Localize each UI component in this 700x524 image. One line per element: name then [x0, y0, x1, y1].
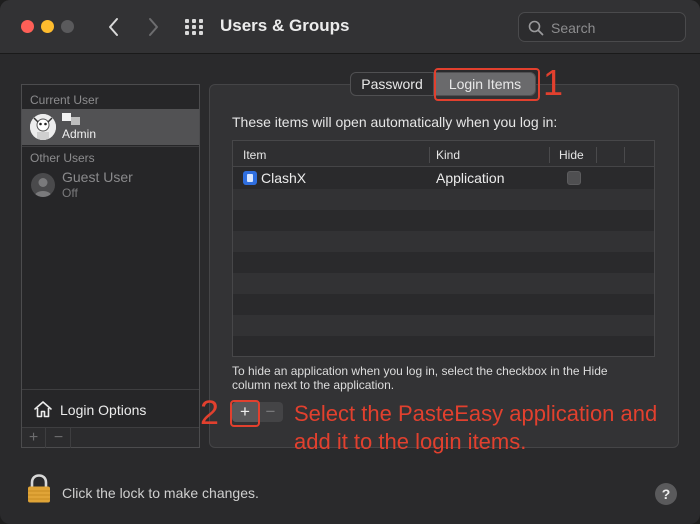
- remove-login-item-button[interactable]: −: [258, 402, 283, 422]
- empty-table-row: [233, 294, 654, 315]
- row-item-kind: Application: [436, 170, 505, 186]
- empty-table-row: [233, 273, 654, 294]
- sidebar-divider: [22, 146, 199, 147]
- search-icon: [528, 20, 544, 36]
- guest-user-name: Guest User: [62, 169, 133, 185]
- login-items-intro: These items will open automatically when…: [232, 114, 558, 130]
- title-bar: Users & Groups: [0, 0, 700, 54]
- sidebar-toolbar: + −: [22, 427, 199, 448]
- column-header-item[interactable]: Item: [243, 148, 266, 162]
- column-header-kind[interactable]: Kind: [436, 148, 460, 162]
- annotation-step-1: 1: [543, 62, 564, 103]
- hide-checkbox[interactable]: [567, 171, 581, 185]
- user-avatar: [30, 114, 56, 140]
- column-separator: [429, 147, 430, 163]
- close-window-button[interactable]: [21, 20, 34, 33]
- current-user-header: Current User: [30, 93, 99, 107]
- sidebar-item-login-options[interactable]: Login Options: [22, 389, 199, 427]
- window-title: Users & Groups: [220, 16, 350, 35]
- hide-hint-text: To hide an application when you log in, …: [232, 364, 608, 392]
- login-items-table: Item Kind Hide ClashX Application: [232, 140, 655, 357]
- table-header: Item Kind Hide: [233, 141, 654, 167]
- search-input[interactable]: [551, 18, 679, 37]
- column-separator: [624, 147, 625, 163]
- sidebar-item-guest-user[interactable]: Guest User Off: [22, 167, 199, 201]
- empty-table-row: [233, 336, 654, 356]
- user-name-redacted-2: [71, 117, 80, 125]
- annotation-step-2: 2: [200, 394, 219, 432]
- annotation-instruction: Select the PasteEasy application and add…: [294, 401, 658, 454]
- other-users-header: Other Users: [30, 151, 95, 165]
- lock-status-text: Click the lock to make changes.: [62, 485, 259, 501]
- remove-user-button[interactable]: −: [47, 428, 71, 448]
- column-separator: [549, 147, 550, 163]
- guest-user-status: Off: [62, 186, 78, 200]
- column-separator: [596, 147, 597, 163]
- sidebar-item-current-user[interactable]: Admin: [22, 109, 199, 145]
- house-icon: [34, 401, 52, 418]
- column-header-hide[interactable]: Hide: [559, 148, 584, 162]
- empty-table-row: [233, 231, 654, 252]
- guest-avatar-icon: [31, 173, 55, 197]
- back-arrow-icon[interactable]: [103, 14, 125, 40]
- forward-arrow-icon[interactable]: [142, 14, 164, 40]
- show-all-grid-icon[interactable]: [184, 18, 204, 36]
- lock-icon[interactable]: [26, 474, 52, 504]
- zoom-window-button[interactable]: [61, 20, 74, 33]
- empty-table-row: [233, 189, 654, 210]
- empty-table-row: [233, 315, 654, 336]
- clashx-app-icon: [243, 171, 257, 185]
- users-groups-window: Users & Groups Current User: [0, 0, 700, 524]
- current-user-role: Admin: [62, 127, 97, 141]
- minimize-window-button[interactable]: [41, 20, 54, 33]
- help-button[interactable]: ?: [655, 483, 677, 505]
- add-user-button[interactable]: +: [22, 428, 46, 448]
- tab-password[interactable]: Password: [350, 72, 434, 96]
- empty-table-row: [233, 210, 654, 231]
- annotation-highlight-login-items-tab: [434, 68, 540, 101]
- row-item-name: ClashX: [261, 170, 307, 186]
- annotation-highlight-add-button: [230, 400, 260, 427]
- empty-table-row: [233, 252, 654, 273]
- user-name-redacted: [62, 113, 71, 121]
- users-sidebar: Current User Admin Other Users Guest Use…: [21, 84, 200, 448]
- table-row[interactable]: ClashX Application: [233, 168, 654, 189]
- login-options-label: Login Options: [60, 402, 147, 418]
- search-field[interactable]: [518, 12, 686, 42]
